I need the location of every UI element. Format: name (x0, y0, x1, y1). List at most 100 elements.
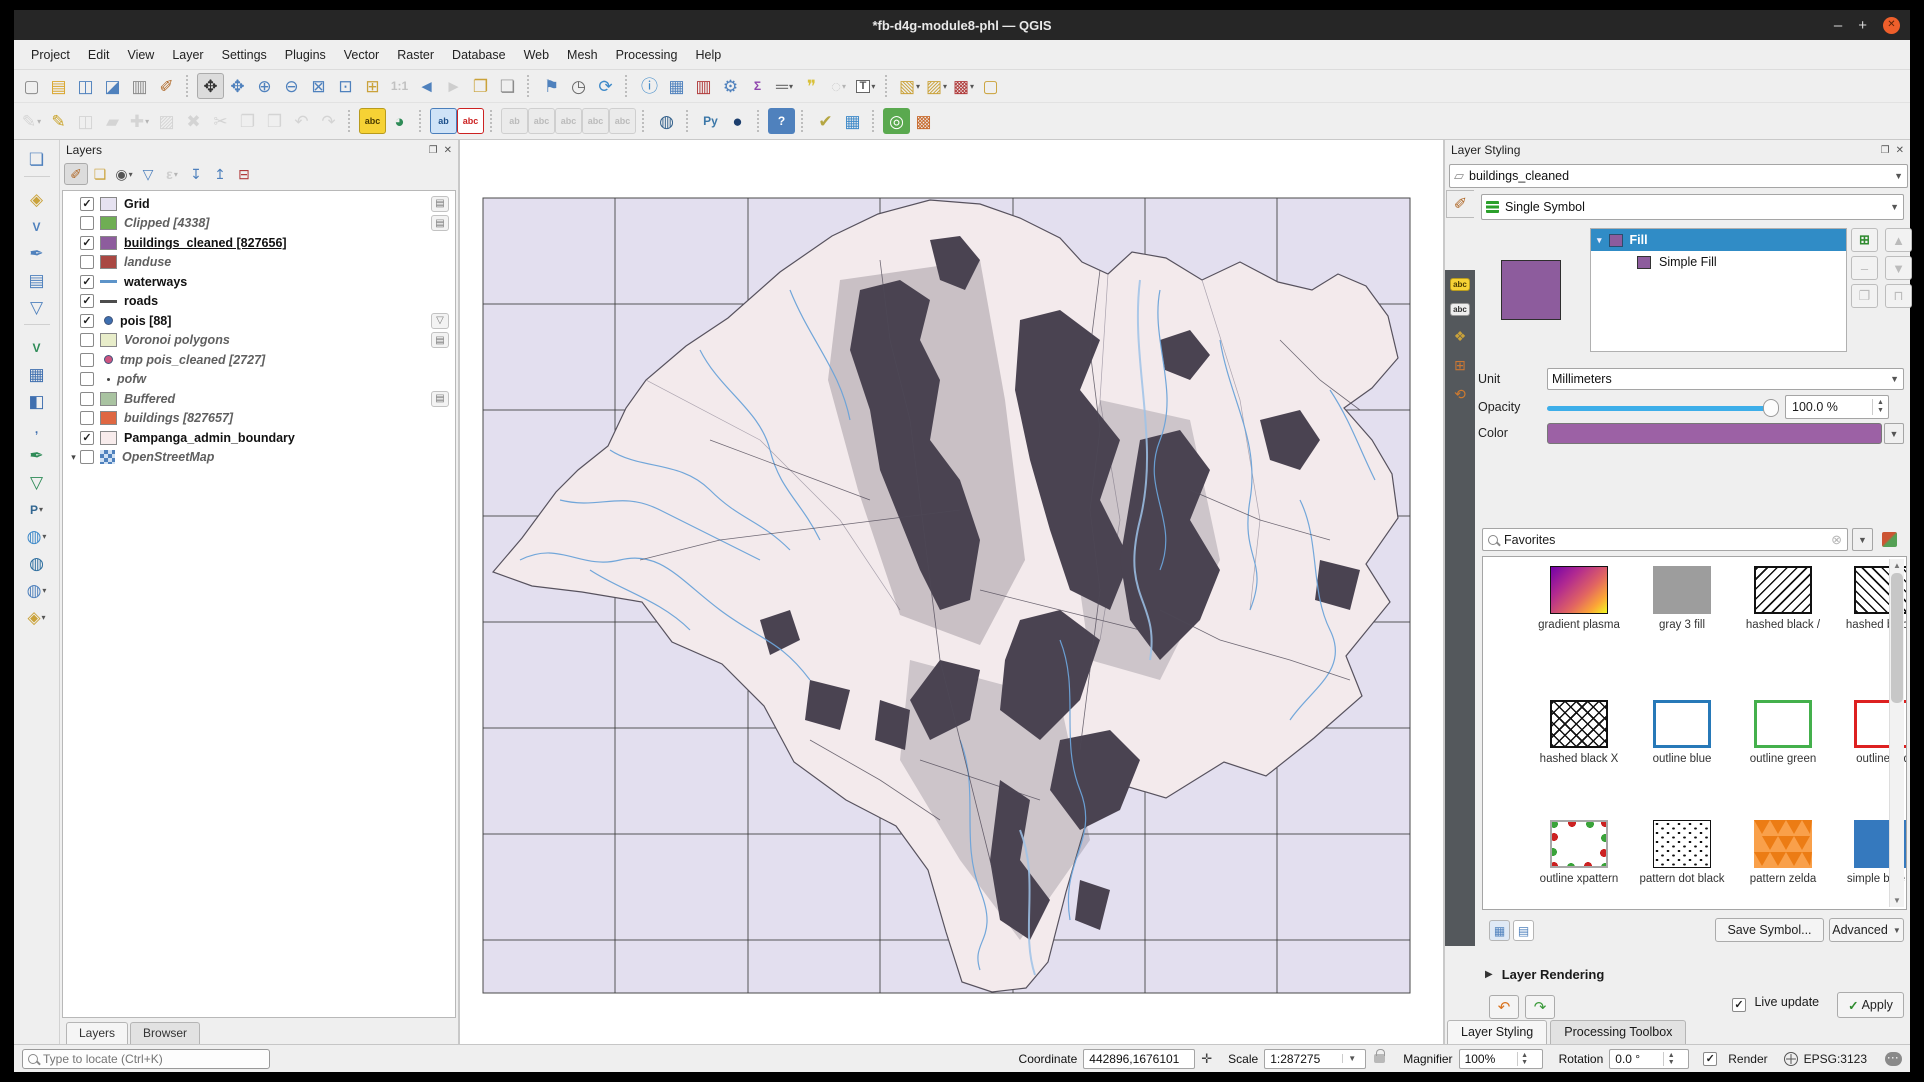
layer-visibility-checkbox[interactable]: ✓ (80, 235, 94, 250)
current-edits-icon[interactable]: ✎ ▾ (18, 108, 45, 134)
magnifier-spinbox[interactable]: ▲▼ (1458, 1048, 1543, 1069)
tab-layer-styling[interactable]: Layer Styling (1447, 1020, 1548, 1044)
vertex-tool-icon[interactable]: ✚ ▾ (126, 108, 153, 134)
layer-item-voronoi[interactable]: Voronoi polygons ▤ (63, 331, 455, 351)
layer-item-tmp[interactable]: tmp pois_cleaned [2727] (63, 350, 455, 370)
dropdown-caret-icon[interactable]: ▾ (42, 532, 46, 541)
scale-combobox[interactable]: ▼ (1264, 1048, 1367, 1069)
layer-visibility-checkbox[interactable] (80, 352, 94, 367)
dropdown-caret-icon[interactable]: ▾ (970, 82, 974, 91)
symbol-gradient-plasma[interactable]: gradient plasma (1531, 566, 1627, 632)
layer-item-pois[interactable]: ✓ pois [88] ▽ (63, 311, 455, 331)
tab-labels-icon[interactable]: abc (1450, 278, 1470, 291)
change-label-icon[interactable]: abc (609, 108, 636, 134)
metasearch-icon[interactable]: ◍ (653, 108, 680, 134)
move-up-button[interactable]: ▲ (1885, 228, 1912, 252)
layer-item-pampanga_admin_boundary[interactable]: ✓ Pampanga_admin_boundary (63, 428, 455, 448)
tab-symbology-icon[interactable]: ✐ (1446, 190, 1474, 218)
tab-diagrams-icon[interactable]: ⊞ (1454, 357, 1466, 374)
locate-search-field[interactable] (22, 1048, 270, 1069)
temporal-controller-icon[interactable]: ◷ (565, 73, 592, 99)
new-3d-map-view-icon[interactable]: ❏ (494, 73, 521, 99)
add-group-icon[interactable]: ❏ (88, 163, 112, 185)
menu-edit[interactable]: Edit (79, 44, 119, 66)
filter-by-expression-icon[interactable]: ε ▾ (160, 163, 184, 185)
dropdown-caret-icon[interactable]: ▾ (871, 82, 875, 91)
symbols-scrollbar[interactable]: ▲ ▼ (1889, 559, 1904, 907)
checkbox-checked-icon[interactable]: ✓ (1732, 998, 1746, 1012)
processing-toolbox-icon[interactable]: ⚙ (717, 73, 744, 99)
close-button[interactable]: ✕ (1883, 16, 1900, 34)
delete-selected-icon[interactable]: ✖ (180, 108, 207, 134)
python-console-icon[interactable]: Py (697, 108, 724, 134)
layer-visibility-checkbox[interactable] (80, 216, 94, 231)
layer-visibility-checkbox[interactable]: ✓ (80, 313, 94, 328)
select-by-location-icon[interactable]: ▢ (977, 73, 1004, 99)
spinner-arrows-icon[interactable]: ▲ ▼ (1516, 1051, 1532, 1066)
add-mesh-layer-icon[interactable]: ◧ (20, 388, 54, 415)
layer-item-roads[interactable]: ✓ roads (63, 292, 455, 312)
new-project-icon[interactable]: ▢ (18, 73, 45, 99)
render-checkbox[interactable]: ✓ (1703, 1051, 1718, 1066)
show-hidden-labels-icon[interactable]: abc (528, 108, 555, 134)
map-canvas[interactable] (460, 140, 1443, 1044)
tab-processing-toolbox[interactable]: Processing Toolbox (1550, 1020, 1687, 1044)
dropdown-caret-icon[interactable]: ▾ (39, 505, 43, 514)
move-down-button[interactable]: ▼ (1885, 256, 1912, 280)
duplicate-symbol-layer-button[interactable]: ❐ (1851, 284, 1878, 308)
maximize-button[interactable]: + (1858, 18, 1867, 33)
crs-status-button[interactable]: EPSG:3123 (1804, 1052, 1867, 1066)
new-spatialite-layer-icon[interactable]: ✒ (20, 240, 54, 267)
symbol-filter-caret[interactable]: ▼ (1852, 528, 1873, 551)
remove-symbol-layer-button[interactable]: – (1851, 256, 1878, 280)
manage-map-themes-icon[interactable]: ◉ ▾ (112, 163, 136, 185)
expand-all-icon[interactable]: ↧ (184, 163, 208, 185)
opacity-spinbox[interactable]: 100.0 % ▲ ▼ (1785, 395, 1889, 419)
select-features-icon[interactable]: ▧ ▾ (896, 73, 923, 99)
remove-layer-icon[interactable]: ⊟ (232, 163, 256, 185)
symbol-tree-simple-fill-row[interactable]: Simple Fill (1591, 251, 1846, 273)
osm-edit-icon[interactable]: ▩ (910, 108, 937, 134)
add-virtual-layer-icon[interactable]: ▽ (20, 469, 54, 496)
map-tips-icon[interactable]: ❞ (798, 73, 825, 99)
symbol-outline-blue[interactable]: outline blue (1634, 700, 1730, 766)
lock-scale-icon[interactable] (1374, 1049, 1386, 1063)
memory-layer-indicator-icon[interactable]: ▤ (431, 215, 449, 232)
zoom-out-icon[interactable]: ⊖ (278, 73, 305, 99)
tab-browser[interactable]: Browser (130, 1022, 201, 1044)
style-manager-icon[interactable]: ✐ (153, 73, 180, 99)
symbol-hashed-black-fwd[interactable]: hashed black / (1735, 566, 1831, 632)
layer-item-pofw[interactable]: pofw (63, 370, 455, 390)
add-polygon-feature-icon[interactable]: ▰ (99, 108, 126, 134)
apply-button[interactable]: ✓ Apply (1837, 992, 1904, 1018)
osm-place-search-icon[interactable]: ◎ (883, 108, 910, 134)
expand-caret-icon[interactable]: ▾ (67, 452, 80, 463)
menu-database[interactable]: Database (443, 44, 515, 66)
symbol-layer-tree[interactable]: ▾ Fill Simple Fill (1590, 228, 1847, 352)
add-postgis-layer-icon[interactable]: P ▾ (20, 496, 54, 523)
dropdown-caret-icon[interactable]: ▾ (943, 82, 947, 91)
pin-labels-icon[interactable]: ab (501, 108, 528, 134)
select-by-value-icon[interactable]: ▨ ▾ (923, 73, 950, 99)
dropdown-caret-icon[interactable]: ▾ (129, 170, 133, 179)
symbol-type-selector[interactable]: Single Symbol ▼ (1481, 194, 1904, 220)
annotation-icon[interactable]: ◌ ▾ (825, 73, 852, 99)
add-symbol-layer-button[interactable]: ⊞ (1851, 228, 1878, 252)
layer-visibility-checkbox[interactable] (80, 411, 94, 426)
dropdown-caret-icon[interactable]: ▾ (42, 586, 46, 595)
layer-item-grid[interactable]: ✓ Grid ▤ (63, 194, 455, 214)
add-delimited-text-layer-icon[interactable]: , (20, 415, 54, 442)
scroll-down-icon[interactable]: ▼ (1890, 894, 1904, 907)
add-raster-layer-icon[interactable]: ▦ (20, 361, 54, 388)
expand-caret-icon[interactable]: ▾ (1597, 235, 1602, 246)
zoom-to-selection-icon[interactable]: ⊞ (359, 73, 386, 99)
rotation-input[interactable] (1615, 1051, 1664, 1066)
measure-icon[interactable]: ═ ▾ (771, 73, 798, 99)
pan-map-icon[interactable]: ✥ (197, 73, 224, 99)
layer-item-landuse[interactable]: landuse (63, 253, 455, 273)
layer-item-openstreetmap[interactable]: ▾ OpenStreetMap (63, 448, 455, 468)
geometry-checker-icon[interactable]: ✔ (812, 108, 839, 134)
layer-item-buildings[interactable]: buildings [827657] (63, 409, 455, 429)
scroll-up-icon[interactable]: ▲ (1890, 559, 1904, 572)
menu-raster[interactable]: Raster (388, 44, 443, 66)
